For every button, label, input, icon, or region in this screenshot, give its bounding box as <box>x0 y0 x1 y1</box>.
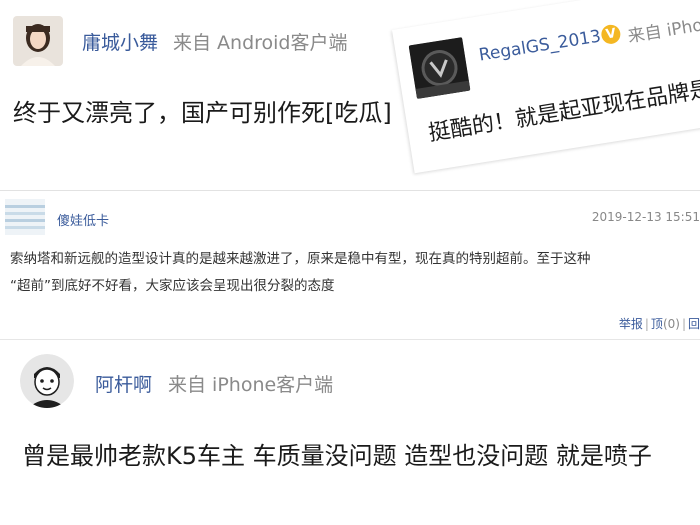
striped-avatar[interactable] <box>5 199 45 235</box>
username[interactable]: 阿杆啊 <box>95 370 152 397</box>
comment-actions: 举报 | 顶(0) | 回 <box>618 317 700 331</box>
verified-badge-icon: V <box>600 23 622 46</box>
comment-body: 索纳塔和新远舰的造型设计真的是越来越激进了，原来是稳中有型，现在真的特别超前。至… <box>10 246 700 300</box>
comment-card-3: 傻娃低卡 2019-12-13 15:51 索纳塔和新远舰的造型设计真的是越来越… <box>0 190 700 339</box>
car-badge-avatar[interactable] <box>408 37 471 99</box>
comment-text: 终于又漂亮了，国产可别作死[吃瓜] <box>13 99 392 127</box>
reply-link[interactable]: 回 <box>688 317 700 331</box>
username[interactable]: 傻娃低卡 <box>57 210 109 229</box>
timestamp: 2019-12-13 15:51 <box>591 210 700 224</box>
comment-line: 索纳塔和新远舰的造型设计真的是越来越激进了，原来是稳中有型，现在真的特别超前。至… <box>10 251 591 267</box>
comment-line: “超前”到底好不好看，大家应该会呈现出很分裂的态度 <box>10 278 335 294</box>
comment-card-1: 庸城小舞 来自 Android客户端 终于又漂亮了，国产可别作死[吃瓜] <box>0 0 470 170</box>
report-link[interactable]: 举报 <box>619 317 643 331</box>
client-source: 来自 Android客户端 <box>173 32 348 54</box>
comment-text: 曾是最帅老款K5车主 车质量没问题 造型也没问题 就是喷子 <box>22 442 652 470</box>
upvote-count: (0) <box>662 317 680 331</box>
username[interactable]: RegalGS_2013 <box>478 27 603 66</box>
upvote-label: 顶 <box>650 317 663 331</box>
upvote-link[interactable]: 顶(0) <box>651 317 680 331</box>
comment-card-4: 阿杆啊 来自 iPhone客户端 曾是最帅老款K5车主 车质量没问题 造型也没问… <box>0 340 700 525</box>
username[interactable]: 庸城小舞 <box>82 28 158 55</box>
girl-portrait-avatar[interactable] <box>13 16 63 66</box>
client-source: 来自 iPhone <box>626 12 700 48</box>
comment-card-2: RegalGS_2013 V 来自 iPhone 挺酷的！就是起亚现在品牌是下 <box>392 0 700 174</box>
cartoon-man-avatar[interactable] <box>20 354 74 408</box>
client-source: 来自 iPhone客户端 <box>168 374 334 396</box>
